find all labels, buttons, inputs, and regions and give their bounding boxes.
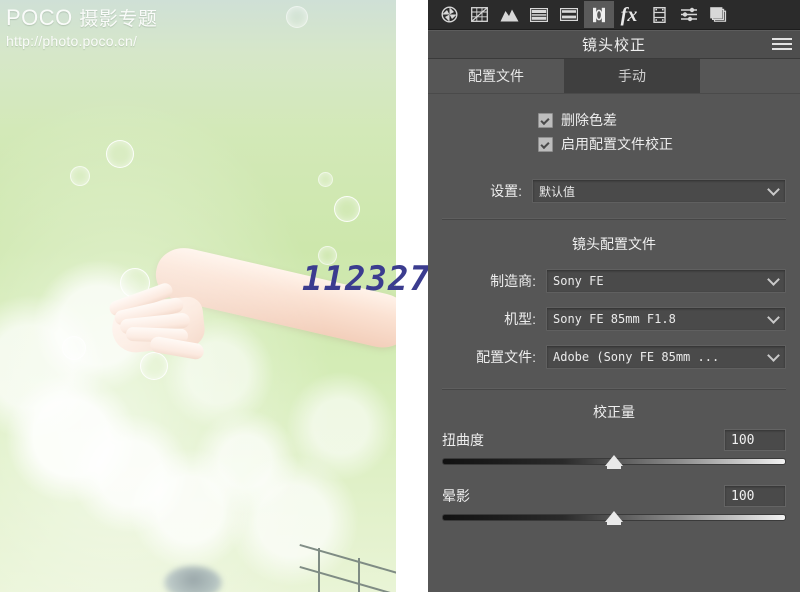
split-toning-icon[interactable] xyxy=(554,1,584,28)
finger-shape xyxy=(125,326,189,344)
settings-select-value: 默认值 xyxy=(539,184,576,199)
make-select-value: Sony FE xyxy=(553,274,604,288)
checkbox-label: 启用配置文件校正 xyxy=(561,136,673,152)
profile-row: 配置文件: Adobe (Sony FE 85mm ... xyxy=(442,344,786,370)
checkbox-label: 删除色差 xyxy=(561,112,617,128)
tab-manual[interactable]: 手动 xyxy=(564,59,700,93)
chevron-down-icon xyxy=(769,351,778,360)
bubble-icon xyxy=(106,140,134,168)
camera-raw-panel: fx 镜头校正 配置文件 手动 删除色差 启用配置文件校正 设置: 默认值 镜头… xyxy=(428,0,800,592)
snapshots-icon[interactable] xyxy=(704,1,734,28)
bubble-icon xyxy=(160,306,176,322)
checkbox-checked-icon[interactable] xyxy=(538,136,553,152)
palm-shape xyxy=(109,295,207,355)
bubble-icon xyxy=(286,6,308,28)
bubble-icon xyxy=(140,352,168,380)
hamburger-menu-icon[interactable] xyxy=(772,38,792,50)
settings-select[interactable]: 默认值 xyxy=(532,179,786,203)
watermark: POCO 摄影专题 http://photo.poco.cn/ xyxy=(6,6,157,50)
slider-label: 晕影 xyxy=(442,488,470,504)
tab-bar-filler xyxy=(700,59,800,93)
panel-body: 删除色差 启用配置文件校正 设置: 默认值 镜头配置文件 制造商: Sony F… xyxy=(428,108,800,525)
chevron-down-icon xyxy=(769,313,778,322)
panel-toolbar[interactable]: fx xyxy=(428,0,800,30)
camera-calibration-icon[interactable] xyxy=(644,1,674,28)
overlay-number-text: 112327 xyxy=(302,259,428,299)
finger-shape xyxy=(113,296,185,327)
model-label: 机型: xyxy=(504,311,536,327)
lens-profile-section-title: 镜头配置文件 xyxy=(572,236,656,252)
slider-track-area[interactable] xyxy=(442,454,786,469)
thumb-shape xyxy=(149,335,205,361)
app-window: POCO 摄影专题 http://photo.poco.cn/ 112327 f… xyxy=(0,0,800,592)
settings-row: 设置: 默认值 xyxy=(442,178,786,204)
effects-icon[interactable]: fx xyxy=(614,1,644,28)
make-row: 制造商: Sony FE xyxy=(442,268,786,294)
lens-correction-icon[interactable] xyxy=(584,1,614,28)
checkbox-row-remove-chromatic-aberration[interactable]: 删除色差 xyxy=(538,108,786,132)
background-blur-blob xyxy=(164,566,222,592)
profile-select-value: Adobe (Sony FE 85mm ... xyxy=(553,350,720,364)
slider-header: 晕影 100 xyxy=(442,484,786,508)
make-label: 制造商: xyxy=(490,273,536,289)
watermark-brand: POCO 摄影专题 xyxy=(6,6,157,32)
watermark-brand-cn: 摄影专题 xyxy=(79,9,158,30)
slider-value-box[interactable]: 100 xyxy=(724,429,786,451)
divider xyxy=(442,388,786,390)
model-select-value: Sony FE 85mm F1.8 xyxy=(553,312,676,326)
railing-shape xyxy=(299,536,396,592)
watermark-url: http://photo.poco.cn/ xyxy=(6,33,138,49)
finger-shape xyxy=(107,281,175,318)
profile-select[interactable]: Adobe (Sony FE 85mm ... xyxy=(546,345,786,369)
hsl-grayscale-icon[interactable] xyxy=(524,1,554,28)
bubble-icon xyxy=(70,166,90,186)
slider-distortion[interactable]: 扭曲度 100 xyxy=(442,428,786,469)
slider-thumb[interactable] xyxy=(605,511,623,525)
panel-titlebar: 镜头校正 xyxy=(428,30,800,59)
page-title: 镜头校正 xyxy=(581,36,646,54)
image-preview-area[interactable]: POCO 摄影专题 http://photo.poco.cn/ 112327 xyxy=(0,0,428,592)
detail-icon[interactable] xyxy=(494,1,524,28)
slider-vignetting[interactable]: 晕影 100 xyxy=(442,484,786,525)
bubble-icon xyxy=(62,336,86,360)
tab-profile[interactable]: 配置文件 xyxy=(428,59,564,93)
settings-label: 设置: xyxy=(490,183,522,199)
tone-curve-icon[interactable] xyxy=(464,1,494,28)
slider-track-area[interactable] xyxy=(442,510,786,525)
profile-label: 配置文件: xyxy=(476,349,536,365)
correction-section-title: 校正量 xyxy=(593,404,635,420)
checkbox-row-enable-profile-correction[interactable]: 启用配置文件校正 xyxy=(538,132,786,156)
slider-header: 扭曲度 100 xyxy=(442,428,786,452)
make-select[interactable]: Sony FE xyxy=(546,269,786,293)
slider-label: 扭曲度 xyxy=(442,432,484,448)
model-select[interactable]: Sony FE 85mm F1.8 xyxy=(546,307,786,331)
chevron-down-icon xyxy=(769,275,778,284)
bubble-icon xyxy=(120,268,150,298)
bubble-icon xyxy=(334,196,360,222)
finger-shape xyxy=(119,312,191,335)
model-row: 机型: Sony FE 85mm F1.8 xyxy=(442,306,786,332)
tab-bar[interactable]: 配置文件 手动 xyxy=(428,59,800,94)
bubble-icon xyxy=(318,172,333,187)
checkbox-checked-icon[interactable] xyxy=(538,112,553,128)
slider-thumb[interactable] xyxy=(605,455,623,469)
watermark-brand-latin: POCO xyxy=(6,5,73,30)
slider-value-box[interactable]: 100 xyxy=(724,485,786,507)
basic-adjust-icon[interactable] xyxy=(434,1,464,28)
divider xyxy=(442,218,786,220)
presets-icon[interactable] xyxy=(674,1,704,28)
fx-glyph: fx xyxy=(620,3,638,26)
chevron-down-icon xyxy=(769,185,778,194)
